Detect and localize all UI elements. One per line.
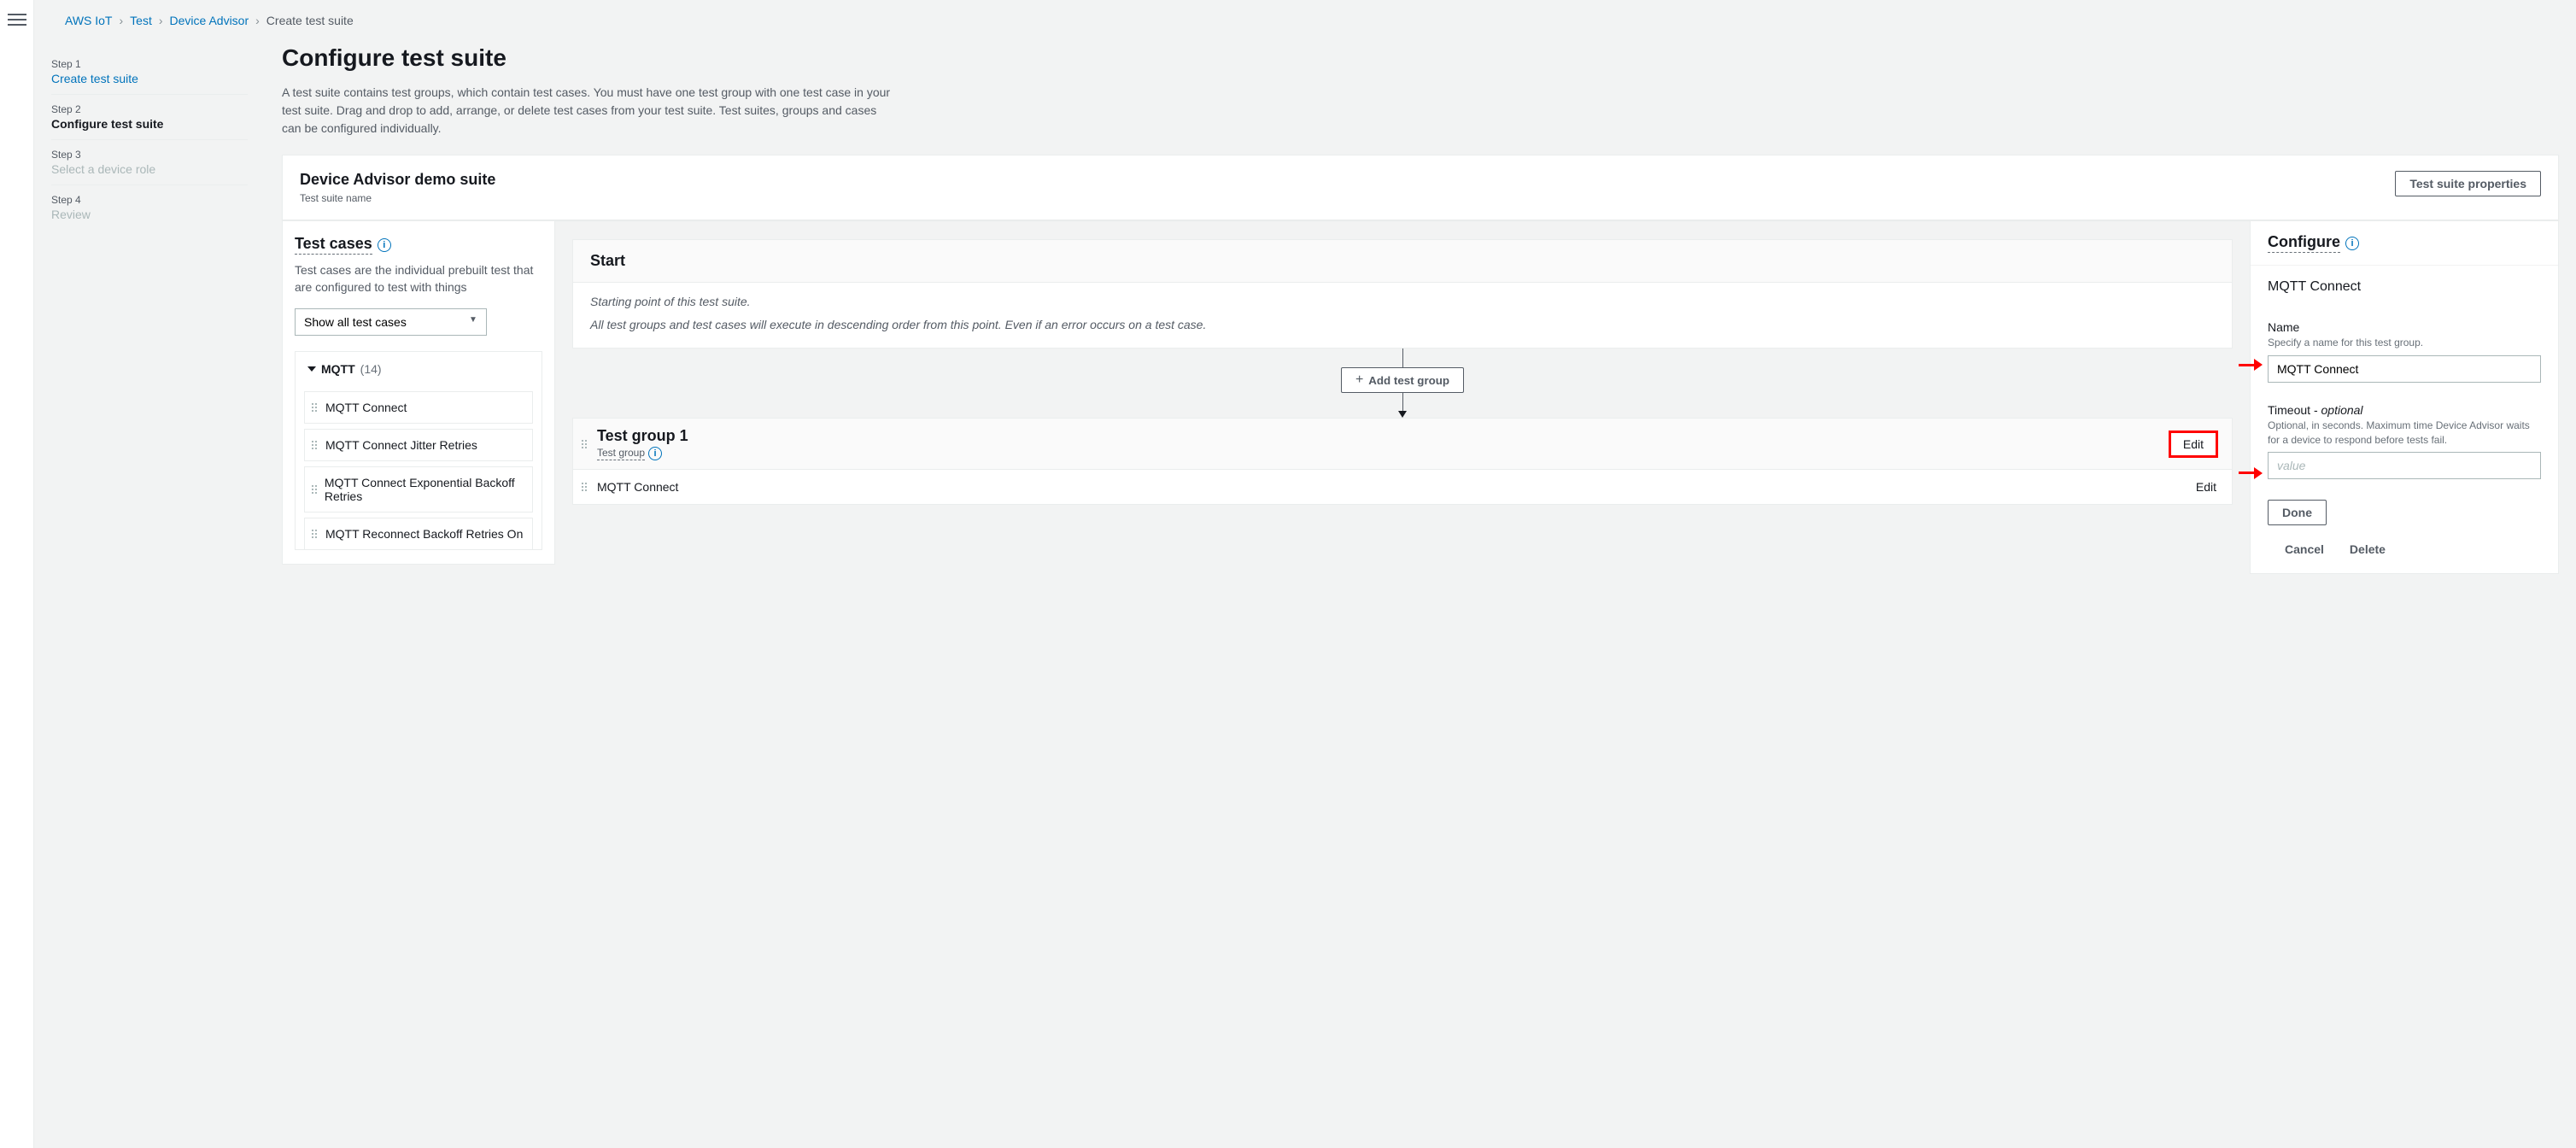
- done-button[interactable]: Done: [2268, 500, 2327, 525]
- name-input[interactable]: [2268, 355, 2541, 383]
- category-count: (14): [360, 362, 382, 376]
- suite-name-sub: Test suite name: [300, 192, 495, 204]
- test-case-item[interactable]: MQTT Reconnect Backoff Retries On: [304, 518, 533, 549]
- category-toggle-mqtt[interactable]: MQTT (14): [296, 352, 542, 386]
- timeout-hint: Optional, in seconds. Maximum time Devic…: [2268, 419, 2541, 448]
- step3-link: Select a device role: [51, 162, 248, 176]
- suite-header-panel: Device Advisor demo suite Test suite nam…: [282, 155, 2559, 220]
- breadcrumb-current: Create test suite: [266, 14, 354, 27]
- info-icon[interactable]: i: [378, 238, 391, 252]
- test-case-label: MQTT Connect Exponential Backoff Retries: [325, 476, 524, 503]
- configure-heading: Configure: [2268, 233, 2340, 253]
- drag-handle-icon[interactable]: [312, 485, 318, 494]
- chevron-right-icon: ›: [255, 14, 260, 27]
- delete-button[interactable]: Delete: [2350, 542, 2386, 556]
- wizard-steps: Step 1 Create test suite Step 2 Configur…: [51, 39, 248, 574]
- annotation-arrow-icon: [2239, 359, 2263, 371]
- step4-num: Step 4: [51, 194, 248, 206]
- breadcrumb-device-advisor[interactable]: Device Advisor: [170, 14, 249, 27]
- step2-current: Configure test suite: [51, 117, 248, 131]
- test-case-item[interactable]: MQTT Connect: [304, 391, 533, 424]
- suite-name: Device Advisor demo suite: [300, 171, 495, 189]
- plus-icon: +: [1355, 373, 1363, 387]
- breadcrumb-test[interactable]: Test: [130, 14, 152, 27]
- test-case-category: MQTT (14) MQTT Connect MQTT Connect Jitt: [295, 351, 542, 550]
- hamburger-menu[interactable]: [8, 10, 26, 29]
- info-icon[interactable]: i: [648, 447, 662, 460]
- caret-down-icon: [307, 366, 316, 372]
- step4-link: Review: [51, 208, 248, 221]
- step2-num: Step 2: [51, 103, 248, 115]
- test-case-item[interactable]: MQTT Connect Exponential Backoff Retries: [304, 466, 533, 512]
- category-name: MQTT: [321, 362, 355, 376]
- chevron-right-icon: ›: [120, 14, 124, 27]
- test-cases-filter-select[interactable]: Show all test cases: [295, 308, 487, 336]
- breadcrumb: AWS IoT › Test › Device Advisor › Create…: [65, 14, 2559, 27]
- timeout-label: Timeout - optional: [2268, 403, 2541, 417]
- test-group-title: Test group 1: [597, 427, 2160, 445]
- drag-handle-icon[interactable]: [582, 483, 588, 491]
- test-case-label: MQTT Reconnect Backoff Retries On: [325, 527, 523, 541]
- test-case-label: MQTT Connect: [325, 401, 407, 414]
- arrow-down-icon: [1398, 411, 1407, 418]
- test-suite-properties-button[interactable]: Test suite properties: [2395, 171, 2541, 196]
- group-test-case-row: MQTT Connect Edit: [573, 470, 2232, 504]
- annotation-arrow-icon: [2239, 467, 2263, 479]
- cancel-button[interactable]: Cancel: [2285, 542, 2324, 556]
- drag-handle-icon[interactable]: [582, 440, 588, 448]
- name-hint: Specify a name for this test group.: [2268, 336, 2541, 350]
- test-case-label: MQTT Connect Jitter Retries: [325, 438, 477, 452]
- flow-connector: + Add test group: [572, 348, 2233, 418]
- step1-num: Step 1: [51, 58, 248, 70]
- configure-subject: MQTT Connect: [2268, 279, 2541, 295]
- timeout-input[interactable]: [2268, 452, 2541, 479]
- add-test-group-label: Add test group: [1368, 374, 1449, 387]
- start-heading: Start: [573, 240, 2232, 283]
- drag-handle-icon[interactable]: [312, 530, 319, 538]
- edit-test-case-button[interactable]: Edit: [2196, 480, 2216, 494]
- test-cases-panel: Test cases i Test cases are the individu…: [282, 220, 555, 565]
- test-group-sub: Test group: [597, 447, 645, 460]
- name-label: Name: [2268, 320, 2541, 334]
- start-panel: Start Starting point of this test suite.…: [572, 239, 2233, 348]
- group-test-case-name: MQTT Connect: [597, 480, 2187, 494]
- add-test-group-button[interactable]: + Add test group: [1341, 367, 1464, 393]
- edit-test-group-button[interactable]: Edit: [2169, 430, 2218, 458]
- drag-handle-icon[interactable]: [312, 441, 319, 449]
- start-line1: Starting point of this test suite.: [590, 293, 2215, 311]
- configure-panel: Configure i MQTT Connect Name: [2250, 220, 2559, 574]
- page-title: Configure test suite: [282, 44, 2559, 72]
- test-case-item[interactable]: MQTT Connect Jitter Retries: [304, 429, 533, 461]
- drag-handle-icon[interactable]: [312, 403, 319, 412]
- info-icon[interactable]: i: [2345, 237, 2359, 250]
- page-description: A test suite contains test groups, which…: [282, 84, 897, 138]
- step1-link[interactable]: Create test suite: [51, 72, 248, 85]
- start-line2: All test groups and test cases will exec…: [590, 316, 2215, 334]
- test-cases-desc: Test cases are the individual prebuilt t…: [295, 261, 542, 296]
- test-cases-heading: Test cases: [295, 235, 372, 255]
- step3-num: Step 3: [51, 149, 248, 161]
- chevron-right-icon: ›: [159, 14, 163, 27]
- breadcrumb-aws-iot[interactable]: AWS IoT: [65, 14, 113, 27]
- test-group-panel: Test group 1 Test group i Edit: [572, 418, 2233, 505]
